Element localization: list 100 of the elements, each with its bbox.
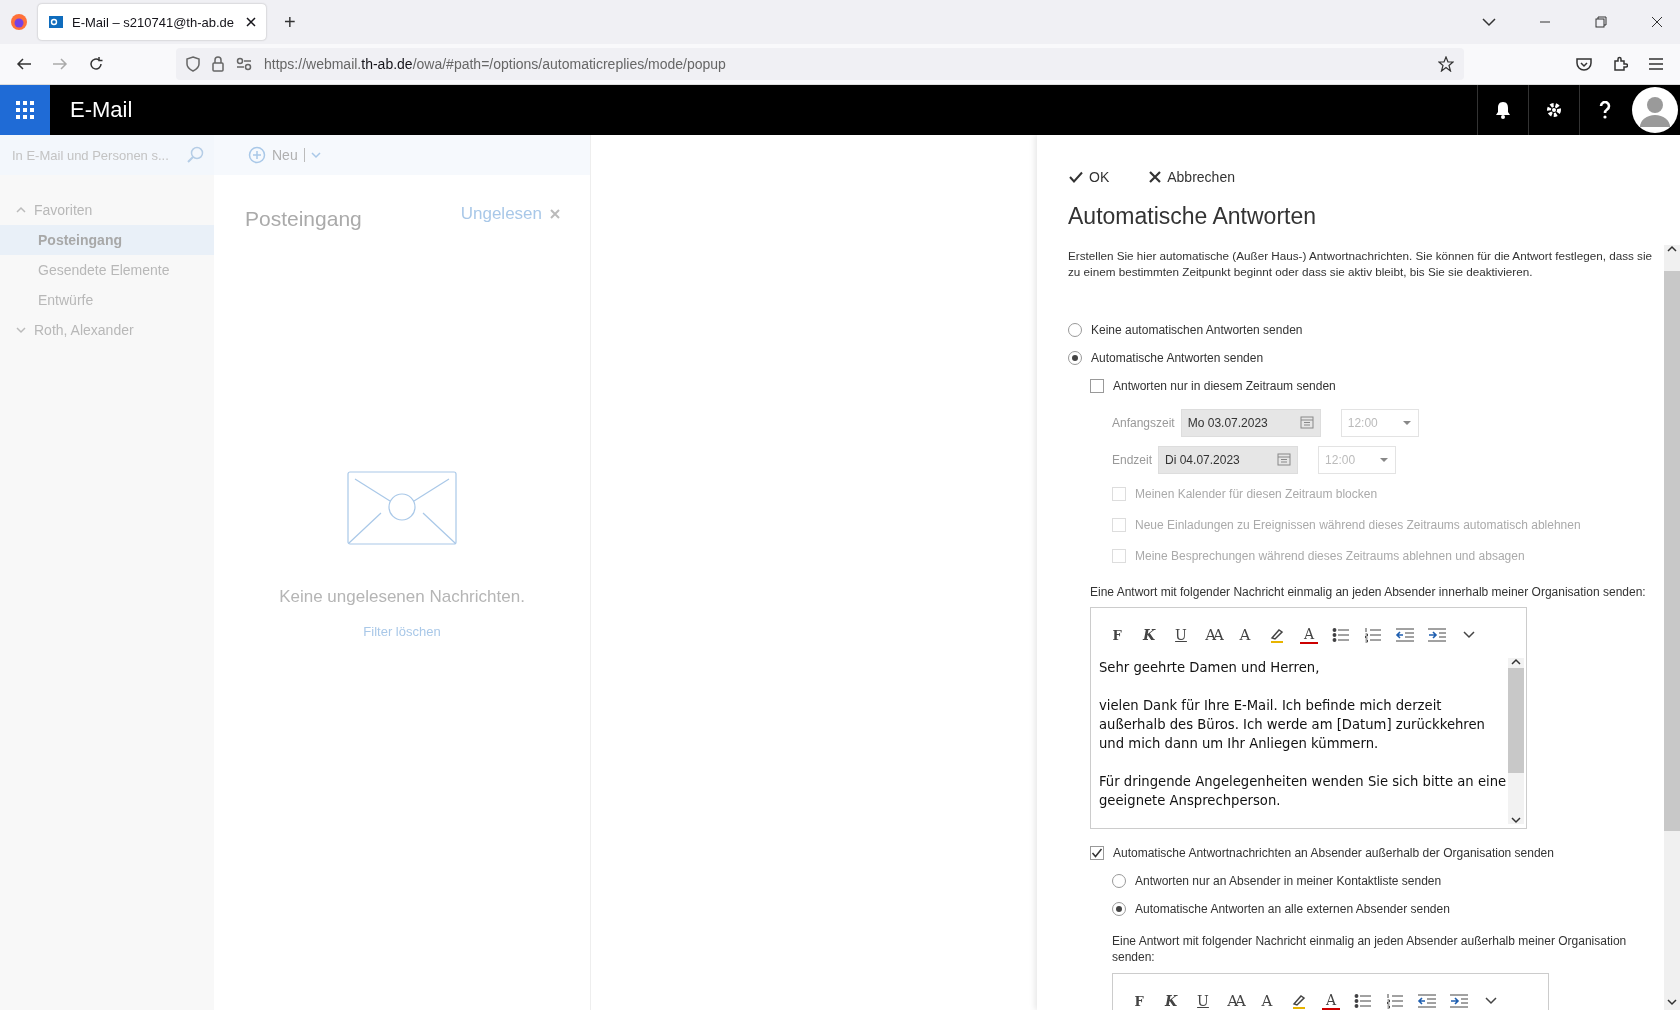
- radio-label: Automatische Antworten senden: [1091, 351, 1264, 365]
- description-text: Erstellen Sie hier automatische (Außer Haus-) Antwortnachrichten. Sie können für die Antwort festlegen, dass sie zu einem bestimmten Zeitpunkt beginnt oder dass sie aktiv bleibt, bis Sie sie deaktivieren.: [1068, 248, 1654, 280]
- pocket-icon[interactable]: [1576, 57, 1592, 71]
- chevron-up-icon: [1667, 245, 1677, 253]
- checkmark-icon: [1091, 847, 1103, 859]
- cancel-button[interactable]: Abbrechen: [1149, 169, 1235, 185]
- underline-button[interactable]: U: [1187, 988, 1219, 1010]
- panel-scrollbar[interactable]: [1664, 245, 1680, 1010]
- plus-circle-icon: [248, 146, 266, 164]
- numbered-list-icon: [1386, 993, 1404, 1009]
- calendar-icon: [1299, 416, 1314, 429]
- chevron-down-icon: [1667, 998, 1677, 1006]
- tab-list-icon[interactable]: [1482, 17, 1496, 27]
- outdent-icon: [1417, 993, 1437, 1009]
- chevron-down-icon: [16, 326, 26, 334]
- browser-tab[interactable]: E-Mail – s210741@th-ab.de: [38, 4, 266, 40]
- radio-button[interactable]: [1112, 874, 1126, 888]
- bullet-list-icon: [1332, 627, 1350, 643]
- radio-label: Automatische Antworten an alle externen Absender senden: [1135, 902, 1450, 916]
- panel-title: Automatische Antworten: [1067, 202, 1318, 230]
- address-bar[interactable]: https://webmail.th-ab.de/owa/#path=/options/automaticreplies/mode/popup: [176, 48, 1464, 80]
- indent-icon: [1449, 993, 1469, 1009]
- italic-button[interactable]: K: [1155, 988, 1187, 1010]
- restore-icon[interactable]: [1595, 16, 1607, 28]
- font-color-button[interactable]: A: [1300, 626, 1318, 644]
- browser-logo-icon[interactable]: [10, 13, 28, 31]
- reload-icon[interactable]: [88, 56, 104, 72]
- chevron-down-icon: [310, 151, 321, 159]
- italic-button[interactable]: K: [1133, 622, 1165, 648]
- date-field[interactable]: Mo 03.07.2023: [1180, 408, 1321, 437]
- underline-button[interactable]: U: [1165, 622, 1197, 648]
- app-launcher-button[interactable]: [0, 85, 50, 135]
- editor-scrollbar[interactable]: [1508, 658, 1524, 824]
- highlighter-icon: [1291, 993, 1307, 1009]
- menu-icon[interactable]: [1648, 57, 1664, 71]
- checkbox-label: Meine Besprechungen während dieses Zeitraums ablehnen und absagen: [1135, 548, 1525, 563]
- date-field[interactable]: Di 04.07.2023: [1158, 445, 1299, 474]
- indent-icon: [1427, 627, 1447, 643]
- font-size-button[interactable]: AA: [1197, 622, 1229, 648]
- message-paragraph: vielen Dank für Ihre E-Mail. Ich befinde mich derzeit außerhalb des Büros. Ich werde am [Datum] zurückkehren und mich dann um Ihr Anliegen kümmern.: [1099, 697, 1486, 753]
- date-label: Endzeit: [1112, 452, 1153, 467]
- folder-title: Posteingang: [245, 207, 363, 231]
- close-icon: [550, 209, 560, 219]
- checkbox[interactable]: [1090, 379, 1104, 393]
- envelope-icon: [347, 471, 457, 545]
- font-color-button[interactable]: A: [1322, 992, 1340, 1010]
- radio-button[interactable]: [1068, 323, 1082, 337]
- waffle-icon: [16, 101, 34, 119]
- bullet-list-icon: [1354, 993, 1372, 1009]
- bookmark-star-icon[interactable]: [1438, 56, 1454, 72]
- url-text: https://webmail.th-ab.de/owa/#path=/options/automaticreplies/mode/popup: [264, 56, 727, 72]
- chevron-down-icon: [1462, 630, 1476, 640]
- permissions-icon[interactable]: [236, 57, 252, 71]
- grow-font-button[interactable]: A: [1251, 988, 1283, 1010]
- radio-label: Antworten nur an Absender in meiner Kontaktliste senden: [1135, 874, 1442, 888]
- chevron-down-icon: [1484, 996, 1498, 1006]
- outdent-icon: [1395, 627, 1415, 643]
- dropdown-arrow-icon: [1401, 419, 1412, 426]
- question-mark-icon: [1599, 101, 1611, 119]
- bell-icon: [1495, 101, 1511, 119]
- numbered-list-icon: [1364, 627, 1382, 643]
- shield-icon[interactable]: [186, 56, 200, 72]
- avatar-icon[interactable]: [1632, 87, 1678, 133]
- close-icon[interactable]: [1651, 16, 1663, 28]
- grow-font-button[interactable]: A: [1229, 622, 1261, 648]
- calendar-icon: [1277, 453, 1292, 466]
- bold-button[interactable]: F: [1123, 988, 1155, 1010]
- chevron-up-icon: [1511, 658, 1521, 666]
- message-editor[interactable]: [1090, 607, 1527, 829]
- app-title: E-Mail: [70, 97, 134, 123]
- empty-state-text: Keine ungelesenen Nachrichten.: [279, 587, 525, 607]
- checkbox-label: Antworten nur in diesem Zeitraum senden: [1113, 379, 1336, 393]
- close-icon[interactable]: [246, 17, 256, 27]
- extensions-icon[interactable]: [1612, 56, 1628, 72]
- lock-icon[interactable]: [212, 56, 224, 72]
- message-label: Eine Antwort mit folgender Nachricht einmalig an jeden Absender außerhalb meiner Organisation senden:: [1112, 933, 1628, 965]
- gear-icon: [1545, 101, 1563, 119]
- back-icon[interactable]: [16, 57, 32, 71]
- font-size-button[interactable]: AA: [1219, 988, 1251, 1010]
- message-editor[interactable]: F K U AA A A: [1112, 973, 1549, 1010]
- bold-button[interactable]: F: [1101, 622, 1133, 648]
- checkbox-label: Meinen Kalender für diesen Zeitraum blocken: [1135, 486, 1378, 501]
- ok-button[interactable]: OK: [1069, 169, 1110, 185]
- radio-button[interactable]: [1112, 902, 1126, 916]
- checkbox-label: Neue Einladungen zu Ereignissen während dieses Zeitraums automatisch ablehnen: [1135, 517, 1581, 532]
- checkbox[interactable]: [1090, 846, 1104, 860]
- message-paragraph: Für dringende Angelegenheiten wenden Sie sich bitte an eine geeignete Ansprechperson.: [1099, 773, 1508, 810]
- dropdown-arrow-icon: [1379, 456, 1390, 463]
- date-label: Anfangszeit: [1112, 415, 1175, 430]
- radio-label: Keine automatischen Antworten senden: [1091, 323, 1303, 337]
- message-label: Eine Antwort mit folgender Nachricht einmalig an jeden Absender innerhalb meiner Organisation senden:: [1090, 585, 1647, 599]
- radio-button[interactable]: [1068, 351, 1082, 365]
- chevron-down-icon: [1511, 816, 1521, 824]
- close-icon: [1149, 171, 1162, 183]
- mail-app-icon: [48, 14, 64, 30]
- checkmark-icon: [1069, 171, 1083, 183]
- new-tab-button[interactable]: +: [276, 10, 304, 34]
- highlighter-icon: [1269, 627, 1285, 643]
- message-paragraph: Sehr geehrte Damen und Herren,: [1099, 659, 1321, 677]
- chevron-up-icon: [16, 206, 26, 214]
